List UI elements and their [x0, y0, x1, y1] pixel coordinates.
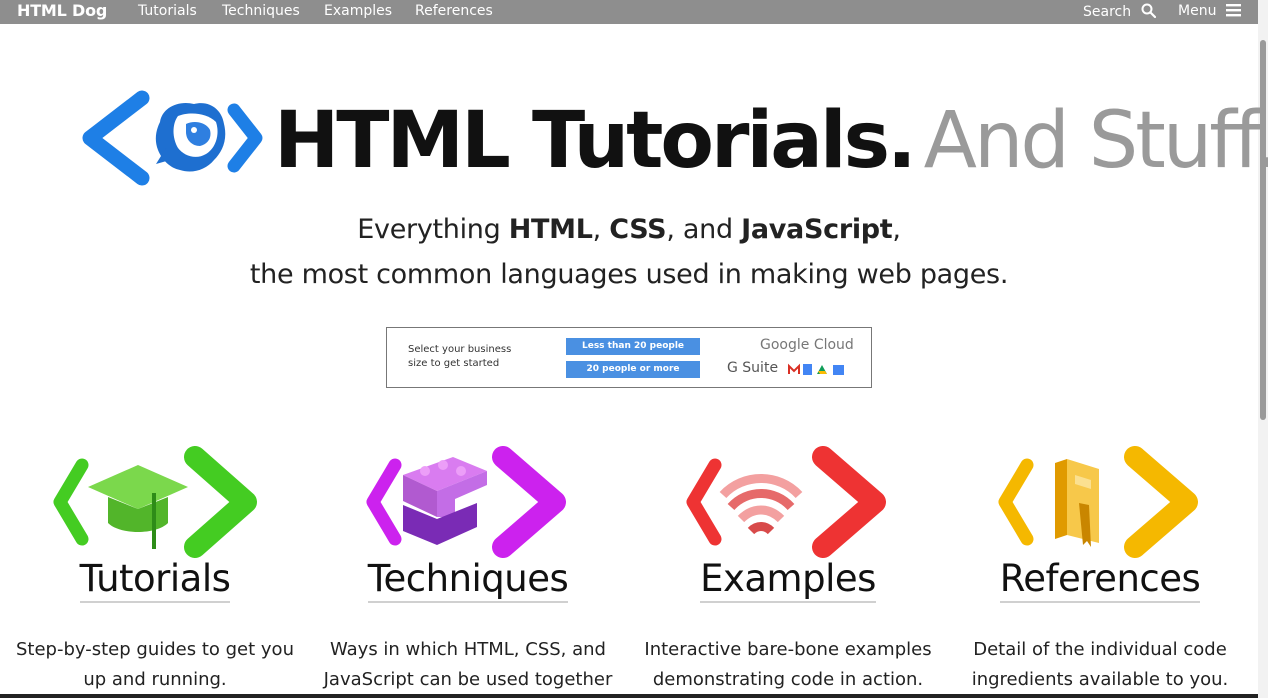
- hamburger-icon: [1225, 4, 1241, 17]
- card-title[interactable]: References: [950, 557, 1250, 603]
- card-title-text[interactable]: References: [999, 557, 1201, 603]
- card-title-text[interactable]: Tutorials: [79, 557, 231, 603]
- card-title[interactable]: Tutorials: [5, 557, 305, 603]
- book-icon: [998, 446, 1198, 558]
- tagline-line2: the most common languages used in making…: [249, 259, 1009, 290]
- card-title[interactable]: Examples: [638, 557, 938, 603]
- menu-button[interactable]: Menu: [1178, 3, 1241, 19]
- hero-title-light: And Stuff.: [923, 96, 1268, 186]
- card-desc-line1: Interactive bare-bone examples: [644, 639, 932, 660]
- nav-tutorials[interactable]: Tutorials: [138, 3, 197, 19]
- building-blocks-icon: [366, 446, 566, 558]
- card-title-text[interactable]: Examples: [700, 557, 876, 603]
- card-title[interactable]: Techniques: [318, 557, 618, 603]
- card-desc-line2: JavaScript can be used together: [323, 669, 613, 690]
- nav-references[interactable]: References: [415, 3, 493, 19]
- card-description: Interactive bare-bone examples demonstrat…: [638, 635, 938, 695]
- card-desc-line2: ingredients available to you.: [971, 669, 1229, 690]
- hero-title: HTML Tutorials. And Stuff.: [274, 96, 1268, 186]
- html-dog-logo-icon: [82, 90, 263, 186]
- window-bottom-edge: [0, 694, 1258, 698]
- tagline-line1: Everything HTML, CSS, and JavaScript,: [0, 214, 1258, 245]
- card-description: Step-by-step guides to get you up and run…: [5, 635, 305, 695]
- card-tutorials[interactable]: Tutorials Step-by-step guides to get you…: [5, 445, 305, 698]
- tagline-text: Everything: [357, 214, 509, 245]
- card-examples[interactable]: Examples Interactive bare-bone examples d…: [638, 445, 938, 698]
- card-description: Detail of the individual code ingredients…: [950, 635, 1250, 695]
- top-nav: HTML Dog Tutorials Techniques Examples R…: [0, 0, 1258, 24]
- search-label: Search: [1083, 4, 1132, 20]
- tagline-text: ,: [592, 214, 610, 245]
- wifi-blocks-icon: [686, 446, 886, 558]
- tagline-text: , and: [666, 214, 742, 245]
- card-desc-line1: Detail of the individual code: [973, 639, 1227, 660]
- tagline-css: CSS: [609, 214, 667, 245]
- ad-text: Select your business size to get started: [408, 343, 511, 371]
- tagline-html: HTML: [508, 214, 593, 245]
- card-desc-line1: Step-by-step guides to get you: [16, 639, 294, 660]
- tagline-text: ,: [892, 214, 901, 245]
- gsuite-logo: G Suite: [727, 360, 779, 376]
- search-icon: [1141, 3, 1156, 19]
- brand-link[interactable]: HTML Dog: [17, 1, 107, 20]
- card-description: Ways in which HTML, CSS, and JavaScript c…: [318, 635, 618, 695]
- card-desc-line1: Ways in which HTML, CSS, and: [330, 639, 606, 660]
- google-cloud-logo: Google Cloud: [760, 337, 854, 353]
- menu-label: Menu: [1178, 3, 1217, 19]
- nav-techniques[interactable]: Techniques: [222, 3, 300, 19]
- ad-banner[interactable]: Select your business size to get started …: [386, 327, 872, 388]
- ad-button-small-business[interactable]: Less than 20 people: [566, 338, 700, 355]
- graduation-cap-icon: [53, 446, 257, 558]
- hero-title-strong: HTML Tutorials.: [274, 96, 917, 186]
- card-references[interactable]: References Detail of the individual code…: [950, 445, 1250, 698]
- card-desc-line2: up and running.: [83, 669, 227, 690]
- gsuite-apps-icon: [788, 363, 844, 375]
- card-techniques[interactable]: Techniques Ways in which HTML, CSS, and J…: [318, 445, 618, 698]
- card-desc-line2: demonstrating code in action.: [652, 669, 924, 690]
- ad-text-line2: size to get started: [408, 358, 500, 369]
- nav-examples[interactable]: Examples: [324, 3, 392, 19]
- ad-button-large-business[interactable]: 20 people or more: [566, 361, 700, 378]
- search-button[interactable]: Search: [1083, 3, 1156, 20]
- card-title-text[interactable]: Techniques: [367, 557, 569, 603]
- tagline-javascript: JavaScript: [741, 214, 893, 245]
- ad-text-line1: Select your business: [408, 344, 512, 355]
